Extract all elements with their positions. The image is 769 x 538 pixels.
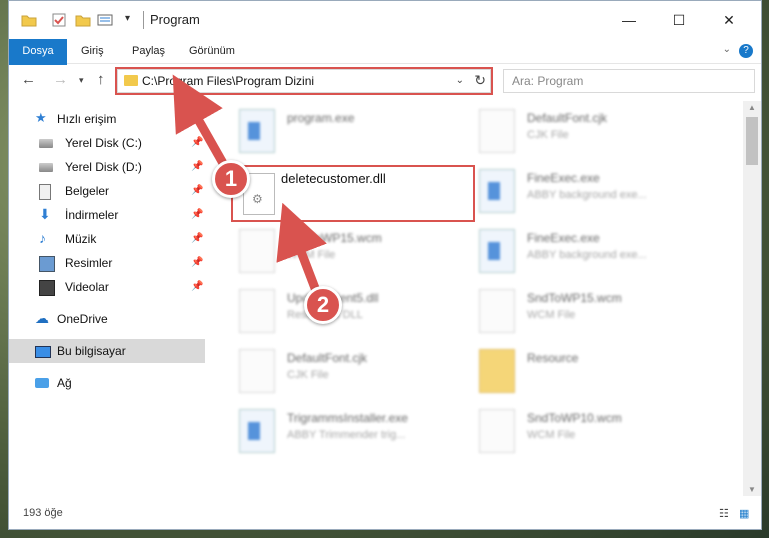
arrow-to-file — [276, 202, 327, 298]
arrow-to-address-bar — [172, 74, 232, 175]
step-badge-2: 2 — [304, 286, 342, 324]
annotation-arrows — [172, 74, 327, 298]
step-badge-1: 1 — [212, 160, 250, 198]
